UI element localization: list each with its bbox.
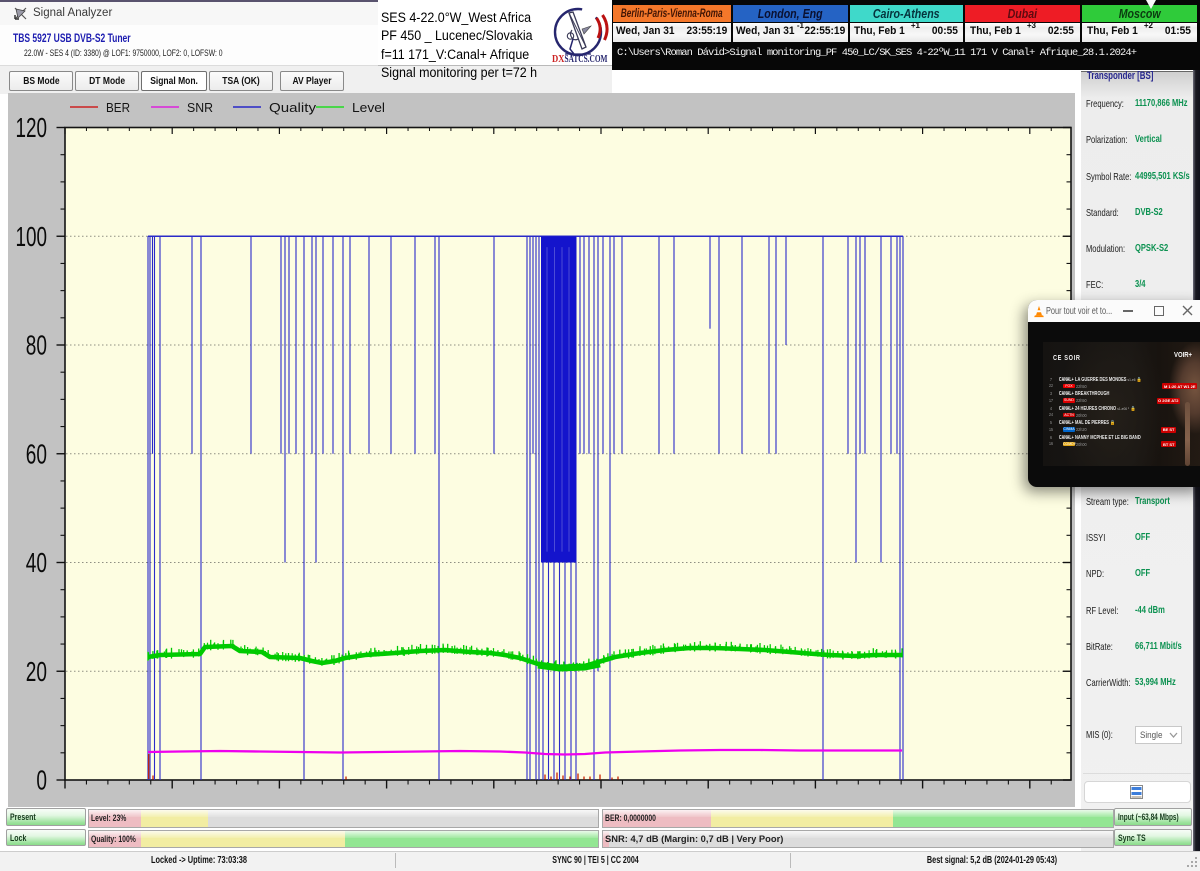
svg-text:SNR: SNR <box>187 101 213 115</box>
svg-text:Quality: Quality <box>269 101 317 115</box>
svg-text:BER: BER <box>106 101 130 115</box>
svg-text:120: 120 <box>16 112 48 143</box>
svg-text:20: 20 <box>26 656 47 687</box>
svg-text:0: 0 <box>36 765 47 796</box>
svg-text:80: 80 <box>26 330 47 361</box>
svg-text:60: 60 <box>26 438 47 469</box>
svg-text:DX: DX <box>552 54 565 65</box>
svg-text:40: 40 <box>26 547 47 578</box>
svg-text:Level: Level <box>352 101 385 115</box>
svg-text:100: 100 <box>16 221 48 252</box>
svg-text:SATCS.COM: SATCS.COM <box>565 54 608 65</box>
